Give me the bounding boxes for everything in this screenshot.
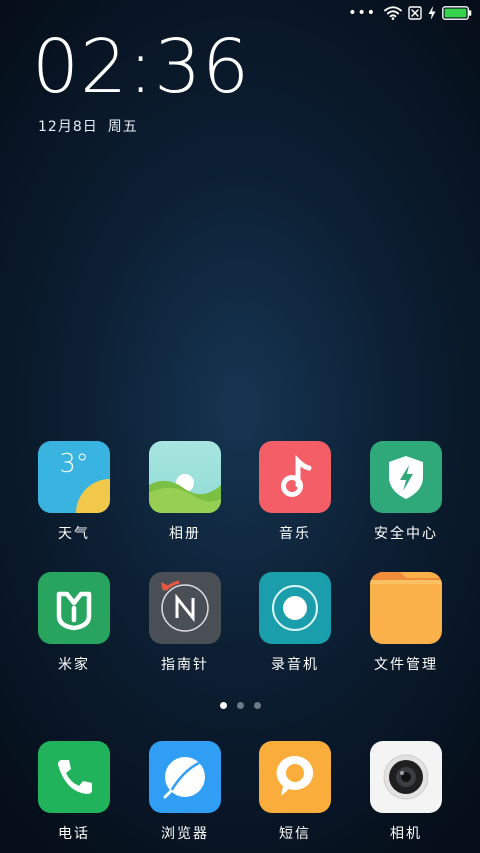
app-camera[interactable]: 相机 <box>361 741 451 843</box>
app-compass[interactable]: 指南针 <box>140 572 230 674</box>
app-camera-label: 相机 <box>390 826 422 842</box>
app-phone[interactable]: 电话 <box>29 741 119 843</box>
app-browser-label: 浏览器 <box>161 826 209 842</box>
folder-icon <box>370 572 442 644</box>
weekday-text: 周五 <box>107 119 138 135</box>
weather-icon: 3° <box>38 441 110 513</box>
app-weather-label: 天气 <box>58 526 90 542</box>
gallery-icon <box>149 441 221 513</box>
app-sms-label: 短信 <box>279 826 311 842</box>
mijia-icon <box>38 572 110 644</box>
page-dot-2[interactable] <box>236 702 244 709</box>
app-music[interactable]: 音乐 <box>250 441 340 543</box>
battery-icon <box>442 6 472 20</box>
page-dot-3[interactable] <box>253 702 261 709</box>
app-files-label: 文件管理 <box>374 657 438 673</box>
clock-date[interactable]: 12月8日 周五 <box>38 116 148 136</box>
page-dot-1[interactable] <box>219 702 227 709</box>
app-phone-label: 电话 <box>58 826 90 842</box>
date-text: 12月8日 <box>38 119 98 135</box>
clock-time[interactable]: 02:36 <box>32 30 250 104</box>
app-music-label: 音乐 <box>279 526 311 542</box>
phone-icon <box>38 741 110 813</box>
charging-icon <box>428 6 436 20</box>
page-indicator[interactable] <box>0 702 480 709</box>
music-note-icon <box>259 441 331 513</box>
app-files[interactable]: 文件管理 <box>361 572 451 674</box>
app-weather[interactable]: 3° 天气 <box>29 441 119 543</box>
app-gallery[interactable]: 相册 <box>140 441 230 543</box>
app-recorder[interactable]: 录音机 <box>250 572 340 674</box>
app-security[interactable]: 安全中心 <box>361 441 451 543</box>
record-icon <box>259 572 331 644</box>
browser-icon <box>149 741 221 813</box>
shield-bolt-icon <box>370 441 442 513</box>
app-recorder-label: 录音机 <box>271 657 319 673</box>
compass-icon <box>149 572 221 644</box>
no-sim-icon <box>408 6 422 20</box>
app-mijia[interactable]: 米家 <box>29 572 119 674</box>
app-compass-label: 指南针 <box>161 657 209 673</box>
app-sms[interactable]: 短信 <box>250 741 340 843</box>
app-security-label: 安全中心 <box>374 526 438 542</box>
status-bar: ••• <box>0 0 480 26</box>
app-browser[interactable]: 浏览器 <box>140 741 230 843</box>
chat-bubble-icon <box>259 741 331 813</box>
weather-temp: 3° <box>59 449 89 479</box>
wifi-icon <box>384 6 402 20</box>
more-dots-icon: ••• <box>348 5 376 21</box>
camera-lens-icon <box>370 741 442 813</box>
app-gallery-label: 相册 <box>169 526 201 542</box>
app-mijia-label: 米家 <box>58 657 90 673</box>
